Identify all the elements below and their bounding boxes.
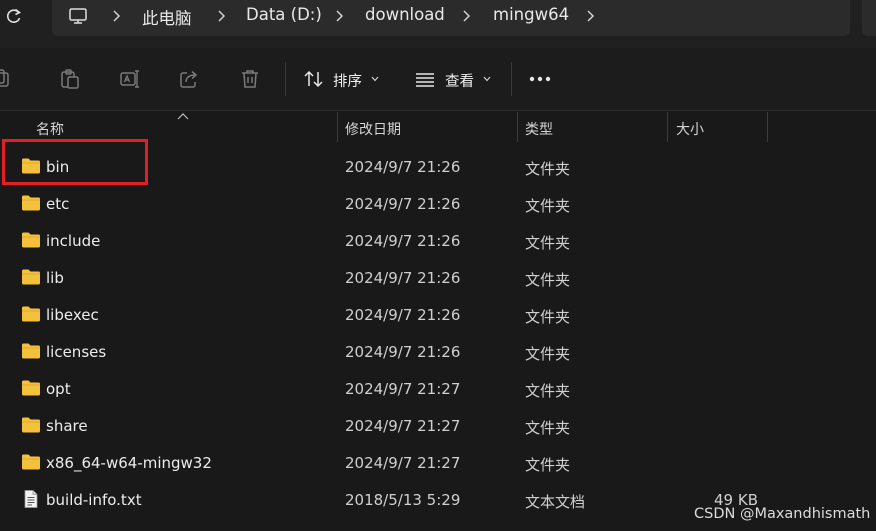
view-icon[interactable] xyxy=(414,68,436,90)
file-date: 2024/9/7 21:26 xyxy=(345,269,461,287)
file-date: 2024/9/7 21:27 xyxy=(345,417,461,435)
file-row-libexec[interactable]: libexec 2024/9/7 21:26 文件夹 xyxy=(0,296,876,333)
column-date-modified[interactable]: 修改日期 xyxy=(345,119,401,139)
folder-icon xyxy=(21,379,41,397)
refresh-icon[interactable] xyxy=(4,6,24,26)
file-type: 文件夹 xyxy=(525,419,571,437)
file-row-lib[interactable]: lib 2024/9/7 21:26 文件夹 xyxy=(0,259,876,296)
chevron-right-icon[interactable] xyxy=(216,9,226,23)
column-type[interactable]: 类型 xyxy=(525,119,553,139)
file-name[interactable]: x86_64-w64-mingw32 xyxy=(46,454,212,472)
folder-icon xyxy=(21,268,41,286)
file-row-x86-64-w64-mingw32[interactable]: x86_64-w64-mingw32 2024/9/7 21:27 文件夹 xyxy=(0,444,876,481)
column-divider[interactable] xyxy=(767,112,768,142)
file-date: 2024/9/7 21:27 xyxy=(345,454,461,472)
file-type: 文件夹 xyxy=(525,382,571,400)
file-type: 文件夹 xyxy=(525,234,571,252)
folder-icon xyxy=(21,416,41,434)
column-size[interactable]: 大小 xyxy=(676,119,704,139)
file-row-include[interactable]: include 2024/9/7 21:26 文件夹 xyxy=(0,222,876,259)
toolbar-separator xyxy=(285,62,286,96)
file-date: 2024/9/7 21:26 xyxy=(345,158,461,176)
sort-button[interactable]: 排序 xyxy=(333,70,362,91)
file-type: 文件夹 xyxy=(525,271,571,289)
watermark: CSDN @Maxandhismath xyxy=(694,506,871,522)
more-options-icon[interactable] xyxy=(526,72,554,86)
sort-ascending-icon xyxy=(177,112,189,120)
chevron-down-icon[interactable] xyxy=(371,76,379,82)
file-name[interactable]: include xyxy=(46,232,100,250)
file-type: 文件夹 xyxy=(525,160,571,178)
toolbar-separator xyxy=(511,62,512,96)
rename-icon[interactable] xyxy=(119,68,141,90)
folder-icon xyxy=(21,453,41,471)
file-type: 文件夹 xyxy=(525,345,571,363)
breadcrumb-this-pc[interactable]: 此电脑 xyxy=(142,5,192,29)
file-type: 文本文档 xyxy=(525,493,586,511)
file-date: 2024/9/7 21:26 xyxy=(345,195,461,213)
file-type: 文件夹 xyxy=(525,308,571,326)
breadcrumb-download[interactable]: download xyxy=(365,5,445,24)
file-type: 文件夹 xyxy=(525,456,571,474)
share-icon[interactable] xyxy=(178,68,200,90)
column-name[interactable]: 名称 xyxy=(36,119,64,139)
search-box-edge[interactable] xyxy=(862,0,876,36)
file-name[interactable]: licenses xyxy=(46,343,106,361)
folder-icon xyxy=(21,342,41,360)
breadcrumb-mingw64[interactable]: mingw64 xyxy=(493,5,569,24)
file-name[interactable]: etc xyxy=(46,195,69,213)
file-row-licenses[interactable]: licenses 2024/9/7 21:26 文件夹 xyxy=(0,333,876,370)
file-row-etc[interactable]: etc 2024/9/7 21:26 文件夹 xyxy=(0,185,876,222)
chevron-right-icon[interactable] xyxy=(461,9,471,23)
file-name[interactable]: opt xyxy=(46,380,71,398)
file-name[interactable]: build-info.txt xyxy=(46,491,142,509)
command-bar: 排序 查看 xyxy=(0,48,876,111)
paste-icon[interactable] xyxy=(59,68,81,90)
file-type: 文件夹 xyxy=(525,197,571,215)
file-date: 2018/5/13 5:29 xyxy=(345,491,461,509)
address-bar-area: 此电脑 Data (D:) download mingw64 xyxy=(0,0,876,48)
folder-icon xyxy=(21,194,41,212)
file-name[interactable]: lib xyxy=(46,269,64,287)
folder-icon xyxy=(21,231,41,249)
column-divider[interactable] xyxy=(337,112,338,142)
chevron-right-icon[interactable] xyxy=(585,9,595,23)
view-button[interactable]: 查看 xyxy=(445,70,474,91)
file-date: 2024/9/7 21:26 xyxy=(345,343,461,361)
annotation-highlight-box xyxy=(2,139,148,185)
file-name[interactable]: libexec xyxy=(46,306,99,324)
file-row-opt[interactable]: opt 2024/9/7 21:27 文件夹 xyxy=(0,370,876,407)
delete-icon[interactable] xyxy=(239,68,261,90)
file-row-share[interactable]: share 2024/9/7 21:27 文件夹 xyxy=(0,407,876,444)
computer-icon[interactable] xyxy=(68,6,88,26)
file-date: 2024/9/7 21:26 xyxy=(345,306,461,324)
sort-icon[interactable] xyxy=(303,68,325,90)
column-divider[interactable] xyxy=(517,112,518,142)
chevron-right-icon[interactable] xyxy=(111,9,121,23)
file-date: 2024/9/7 21:27 xyxy=(345,380,461,398)
folder-icon xyxy=(21,305,41,323)
copy-icon[interactable] xyxy=(0,68,22,90)
text-file-icon xyxy=(21,490,41,508)
column-divider[interactable] xyxy=(667,112,668,142)
chevron-down-icon[interactable] xyxy=(483,76,491,82)
file-name[interactable]: share xyxy=(46,417,88,435)
breadcrumb-drive[interactable]: Data (D:) xyxy=(246,5,322,24)
chevron-right-icon[interactable] xyxy=(334,9,344,23)
file-date: 2024/9/7 21:26 xyxy=(345,232,461,250)
